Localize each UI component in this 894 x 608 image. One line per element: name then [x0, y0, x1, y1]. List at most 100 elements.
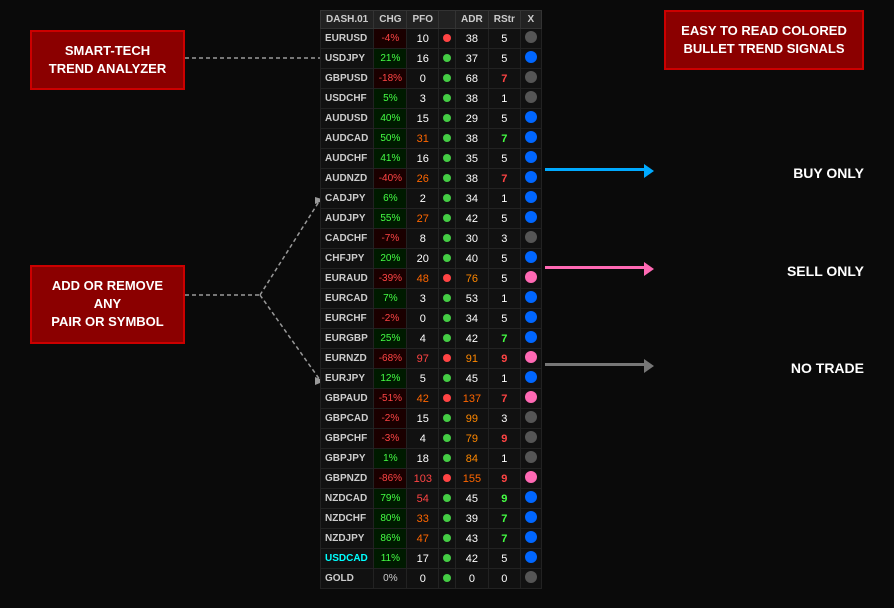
rstr-cell: 1 [488, 449, 520, 469]
bullet-cell [520, 349, 541, 369]
table-row: AUDCAD50%31387 [321, 129, 542, 149]
table-row: AUDUSD40%15295 [321, 109, 542, 129]
pfo-cell: 0 [407, 69, 439, 89]
bullet-cell [520, 369, 541, 389]
rstr-cell: 9 [488, 429, 520, 449]
add-remove-label: ADD OR REMOVE ANYPAIR OR SYMBOL [30, 265, 185, 344]
rstr-cell: 0 [488, 569, 520, 589]
table-row: GBPCAD-2%15993 [321, 409, 542, 429]
adr-dot-cell [439, 289, 456, 309]
chg-cell: 20% [374, 249, 407, 269]
rstr-cell: 5 [488, 309, 520, 329]
chg-cell: 11% [374, 549, 407, 569]
bullet-cell [520, 109, 541, 129]
table-row: GBPCHF-3%4799 [321, 429, 542, 449]
header-rstr: RStr [488, 11, 520, 29]
chg-cell: 41% [374, 149, 407, 169]
pfo-cell: 26 [407, 169, 439, 189]
bullet-cell [520, 469, 541, 489]
adr-cell: 42 [456, 209, 489, 229]
pair-cell: EURNZD [321, 349, 374, 369]
adr-cell: 38 [456, 89, 489, 109]
chg-cell: 6% [374, 189, 407, 209]
sell-only-label: SELL ONLY [787, 263, 864, 279]
adr-cell: 38 [456, 169, 489, 189]
table-row: GBPUSD-18%0687 [321, 69, 542, 89]
adr-cell: 91 [456, 349, 489, 369]
pfo-cell: 17 [407, 549, 439, 569]
chg-cell: 79% [374, 489, 407, 509]
rstr-cell: 5 [488, 249, 520, 269]
adr-dot-cell [439, 409, 456, 429]
buy-arrow [545, 168, 645, 171]
chg-cell: 80% [374, 509, 407, 529]
pair-cell: AUDJPY [321, 209, 374, 229]
bullet-cell [520, 389, 541, 409]
chg-cell: -3% [374, 429, 407, 449]
rstr-cell: 3 [488, 409, 520, 429]
header-x[interactable]: X [520, 11, 541, 29]
adr-dot-cell [439, 549, 456, 569]
adr-cell: 45 [456, 489, 489, 509]
rstr-cell: 5 [488, 29, 520, 49]
table-row: NZDCAD79%54459 [321, 489, 542, 509]
header-pfo: PFO [407, 11, 439, 29]
chg-cell: -51% [374, 389, 407, 409]
bullet-cell [520, 329, 541, 349]
adr-dot-cell [439, 489, 456, 509]
adr-cell: 53 [456, 289, 489, 309]
pair-cell: AUDCAD [321, 129, 374, 149]
table-row: NZDJPY86%47437 [321, 529, 542, 549]
pair-cell: GBPUSD [321, 69, 374, 89]
bullet-cell [520, 529, 541, 549]
table-row: EURJPY12%5451 [321, 369, 542, 389]
pfo-cell: 4 [407, 329, 439, 349]
rstr-cell: 7 [488, 389, 520, 409]
sell-arrow [545, 266, 645, 269]
rstr-cell: 7 [488, 169, 520, 189]
pair-cell: NZDCHF [321, 509, 374, 529]
adr-cell: 79 [456, 429, 489, 449]
adr-cell: 42 [456, 549, 489, 569]
pair-cell: NZDCAD [321, 489, 374, 509]
adr-dot-cell [439, 29, 456, 49]
rstr-cell: 5 [488, 109, 520, 129]
adr-cell: 37 [456, 49, 489, 69]
bullet-cell [520, 569, 541, 589]
bullet-cell [520, 129, 541, 149]
table-row: GBPAUD-51%421377 [321, 389, 542, 409]
adr-dot-cell [439, 429, 456, 449]
bullet-cell [520, 149, 541, 169]
table-row: CADCHF-7%8303 [321, 229, 542, 249]
rstr-cell: 5 [488, 209, 520, 229]
chg-cell: 25% [374, 329, 407, 349]
chg-cell: 0% [374, 569, 407, 589]
pfo-cell: 8 [407, 229, 439, 249]
pair-cell: USDJPY [321, 49, 374, 69]
adr-cell: 45 [456, 369, 489, 389]
rstr-cell: 7 [488, 69, 520, 89]
adr-dot-cell [439, 69, 456, 89]
rstr-cell: 7 [488, 509, 520, 529]
pfo-cell: 48 [407, 269, 439, 289]
pfo-cell: 42 [407, 389, 439, 409]
adr-dot-cell [439, 369, 456, 389]
bullet-cell [520, 509, 541, 529]
adr-dot-cell [439, 169, 456, 189]
table-row: EURCAD7%3531 [321, 289, 542, 309]
pair-cell: AUDCHF [321, 149, 374, 169]
no-trade-arrow [545, 363, 645, 366]
header-pair: DASH.01 [321, 11, 374, 29]
rstr-cell: 5 [488, 149, 520, 169]
bullet-cell [520, 29, 541, 49]
rstr-cell: 9 [488, 469, 520, 489]
pair-cell: EURJPY [321, 369, 374, 389]
pfo-cell: 18 [407, 449, 439, 469]
bullet-cell [520, 449, 541, 469]
pair-cell: GBPAUD [321, 389, 374, 409]
pfo-cell: 2 [407, 189, 439, 209]
adr-cell: 42 [456, 329, 489, 349]
buy-only-label: BUY ONLY [793, 165, 864, 181]
header-chg: CHG [374, 11, 407, 29]
bullet-cell [520, 549, 541, 569]
